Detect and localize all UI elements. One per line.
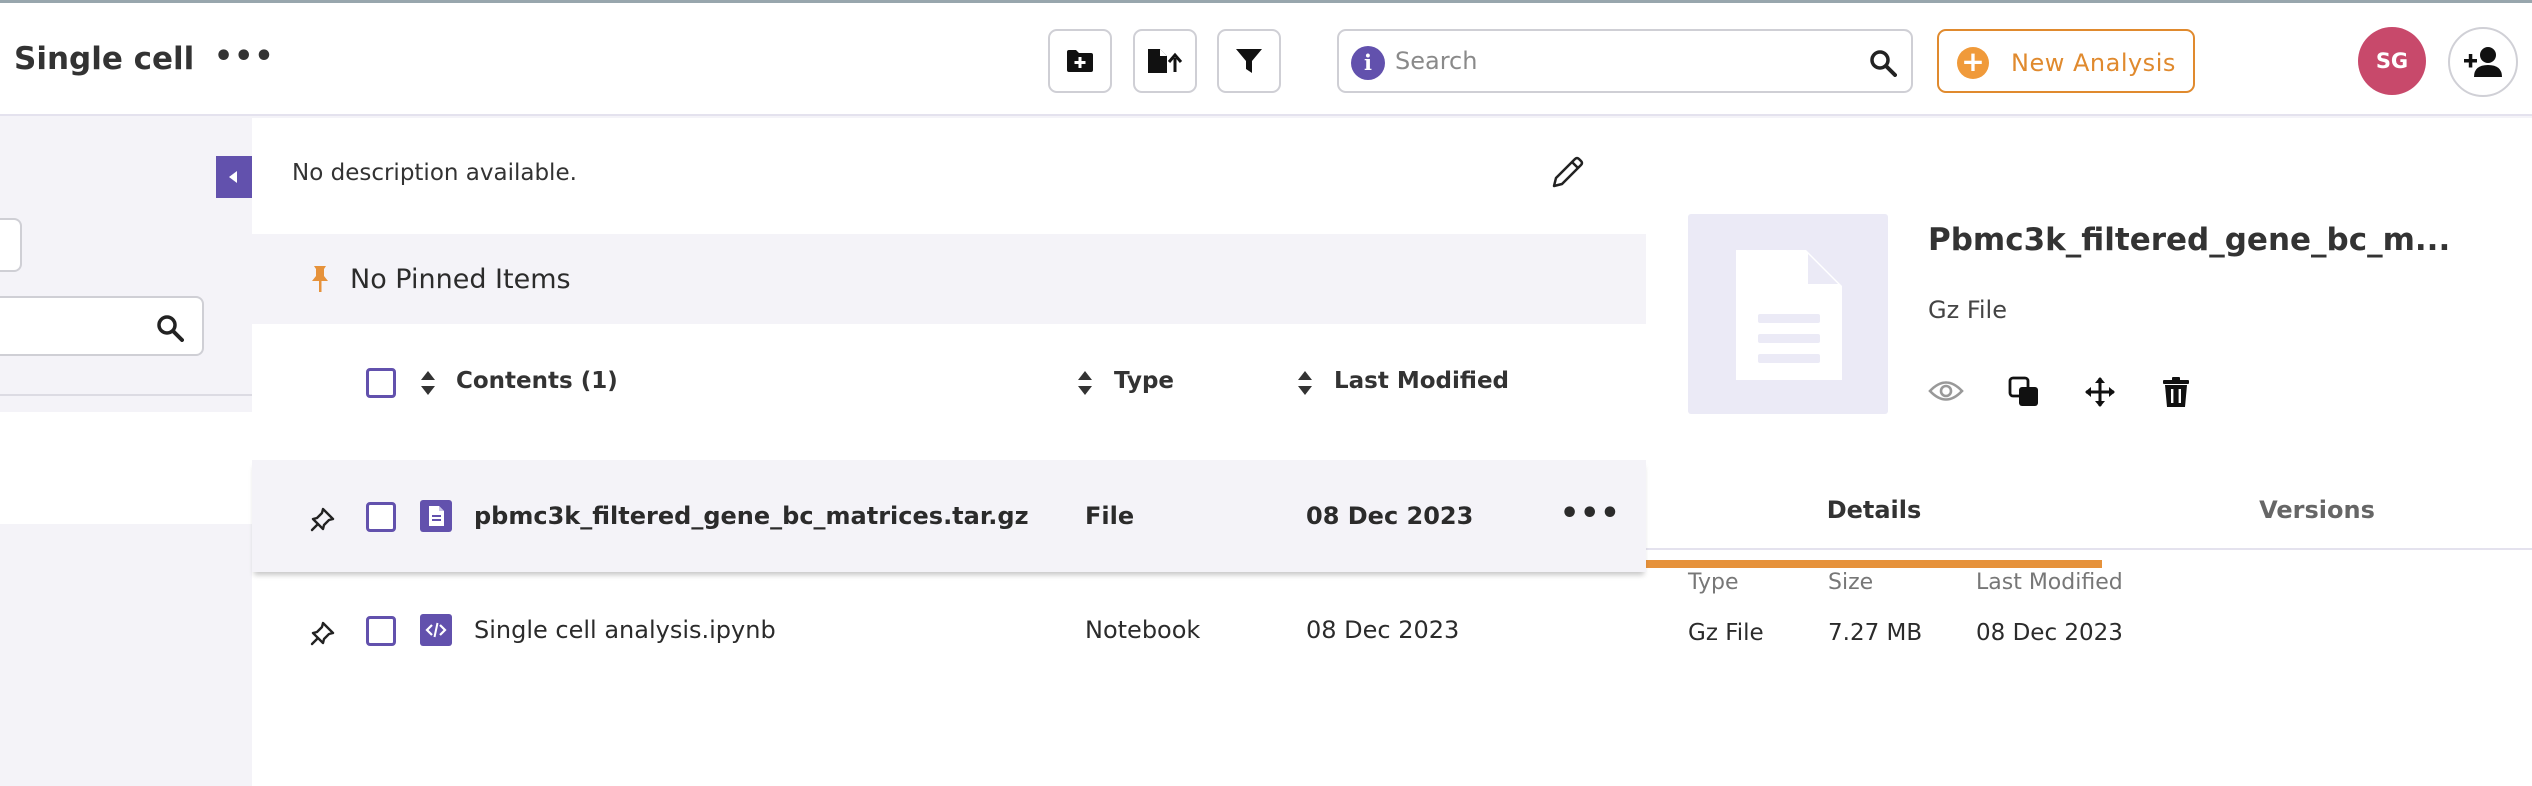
detail-modified-value: 08 Dec 2023 xyxy=(1976,620,2123,646)
file-type: Notebook xyxy=(1085,616,1201,644)
file-thumbnail xyxy=(1688,214,1888,414)
left-search-input[interactable] xyxy=(0,296,204,356)
sort-contents-icon[interactable] xyxy=(421,371,435,395)
search-box: i xyxy=(1337,29,1913,93)
page-title: Single cell xyxy=(14,41,195,77)
file-icon xyxy=(420,500,452,532)
search-icon[interactable] xyxy=(156,314,184,342)
description-text: No description available. xyxy=(292,160,577,186)
file-modified: 08 Dec 2023 xyxy=(1306,502,1474,530)
detail-modified-label: Last Modified xyxy=(1976,570,2123,595)
caret-left-icon xyxy=(229,171,237,183)
plus-circle-icon: + xyxy=(1957,47,1989,79)
detail-type-value: Gz File xyxy=(1688,620,1764,646)
edit-pencil-icon[interactable] xyxy=(1550,154,1586,190)
details-tabs: Details Versions xyxy=(1646,460,2532,568)
new-folder-icon xyxy=(1067,50,1093,72)
detail-size-label: Size xyxy=(1828,570,1874,595)
detail-size-value: 7.27 MB xyxy=(1828,620,1923,646)
table-row[interactable]: Single cell analysis.ipynb Notebook 08 D… xyxy=(252,574,1646,686)
chevron-down-icon: ⌄ xyxy=(0,234,2,250)
copy-icon[interactable] xyxy=(2008,376,2040,408)
search-icon[interactable] xyxy=(1869,49,1897,77)
filter-icon xyxy=(1236,49,1262,73)
table-row[interactable]: pbmc3k_filtered_gene_bc_matrices.tar.gz … xyxy=(252,460,1646,572)
code-icon xyxy=(420,614,452,646)
table-header: Contents (1) Type Last Modified xyxy=(252,324,1646,460)
row-checkbox[interactable] xyxy=(366,616,396,646)
tab-versions-label: Versions xyxy=(2259,496,2375,524)
new-folder-button[interactable] xyxy=(1048,29,1112,93)
move-arrows-icon[interactable] xyxy=(2084,376,2116,408)
column-last-modified[interactable]: Last Modified xyxy=(1334,368,1509,394)
user-avatar[interactable]: SG xyxy=(2358,27,2426,95)
add-user-icon xyxy=(2464,47,2502,77)
info-icon[interactable]: i xyxy=(1351,46,1385,80)
sort-modified-icon[interactable] xyxy=(1298,371,1312,395)
top-bar: Single cell ••• i + New Analysis SG xyxy=(0,0,2532,116)
tab-versions[interactable]: Versions xyxy=(2102,460,2532,568)
no-pinned-label: No Pinned Items xyxy=(350,264,571,295)
pin-outline-icon[interactable] xyxy=(310,506,336,532)
file-type: File xyxy=(1085,502,1135,530)
left-list-area xyxy=(0,412,252,524)
content-panel: No description available. No Pinned Item… xyxy=(252,118,1646,786)
divider xyxy=(0,394,252,396)
filter-button[interactable] xyxy=(1217,29,1281,93)
upload-file-icon xyxy=(1148,49,1183,73)
trash-icon[interactable] xyxy=(2162,376,2190,408)
add-user-button[interactable] xyxy=(2448,27,2518,97)
file-modified: 08 Dec 2023 xyxy=(1306,616,1460,644)
pin-outline-icon[interactable] xyxy=(310,620,336,646)
pinned-section: No Pinned Items xyxy=(252,234,1646,324)
description-section: No description available. xyxy=(252,118,1646,234)
sort-type-icon[interactable] xyxy=(1078,371,1092,395)
collapse-left-button[interactable] xyxy=(216,156,252,198)
search-input[interactable] xyxy=(1395,41,1855,81)
select-all-checkbox[interactable] xyxy=(366,368,396,398)
column-contents[interactable]: Contents (1) xyxy=(456,368,618,394)
new-analysis-label: New Analysis xyxy=(2011,49,2176,77)
details-panel: Pbmc3k_filtered_gene_bc_m... Gz File Det… xyxy=(1646,118,2532,786)
new-analysis-button[interactable]: + New Analysis xyxy=(1937,29,2195,93)
column-type[interactable]: Type xyxy=(1114,368,1174,394)
file-name[interactable]: pbmc3k_filtered_gene_bc_matrices.tar.gz xyxy=(474,502,1029,530)
detail-file-name: Pbmc3k_filtered_gene_bc_m... xyxy=(1928,222,2451,258)
pin-icon xyxy=(312,266,328,292)
more-options-button[interactable]: ••• xyxy=(214,39,275,74)
preview-eye-icon[interactable] xyxy=(1928,376,1964,406)
upload-file-button[interactable] xyxy=(1133,29,1197,93)
active-tab-indicator xyxy=(1646,560,2102,568)
left-dropdown[interactable]: ⌄ xyxy=(0,218,22,272)
detail-file-type: Gz File xyxy=(1928,296,2007,324)
file-name[interactable]: Single cell analysis.ipynb xyxy=(474,616,776,644)
tab-details[interactable]: Details xyxy=(1646,460,2102,568)
row-checkbox[interactable] xyxy=(366,502,396,532)
detail-type-label: Type xyxy=(1688,570,1739,595)
document-icon xyxy=(1736,250,1842,380)
row-more-button[interactable]: ••• xyxy=(1560,496,1621,531)
tab-details-label: Details xyxy=(1826,496,1922,524)
